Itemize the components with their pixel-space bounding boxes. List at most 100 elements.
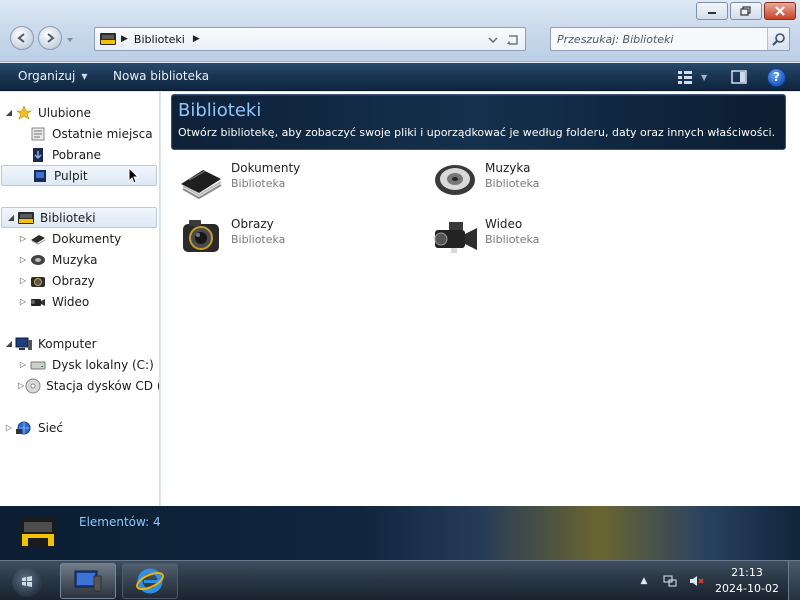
taskbar-explorer-button[interactable]	[60, 563, 116, 599]
downloads-icon	[29, 147, 47, 163]
arrow-left-icon	[17, 33, 25, 43]
search-button[interactable]	[767, 28, 789, 50]
volume-muted-icon[interactable]	[688, 573, 704, 589]
page-description: Otwórz bibliotekę, aby zobaczyć swoje pl…	[178, 126, 776, 139]
expand-arrow-icon[interactable]: ◢	[6, 213, 16, 222]
library-type: Biblioteka	[231, 233, 286, 246]
clock-date: 2024-10-02	[715, 582, 779, 595]
expand-arrow-icon[interactable]: ▷	[18, 360, 28, 369]
system-tray: ▲	[636, 573, 704, 589]
nav-network[interactable]: ▷ Sieć	[0, 417, 158, 438]
recent-pages-dropdown-icon[interactable]	[66, 36, 74, 44]
video-icon	[29, 294, 47, 310]
desktop-icon	[31, 168, 49, 184]
video-library-icon	[434, 222, 477, 253]
nav-item-recent-places[interactable]: Ostatnie miejsca	[0, 123, 158, 144]
expand-arrow-icon[interactable]: ◢	[4, 108, 14, 117]
navigation-pane: ◢ Ulubione Ostatnie miejsca Pobrane Pulp…	[0, 92, 160, 506]
expand-arrow-icon[interactable]: ▷	[18, 276, 28, 285]
view-dropdown-icon[interactable]: ▼	[701, 73, 707, 82]
documents-icon	[29, 231, 47, 247]
new-library-button[interactable]: Nowa biblioteka	[113, 69, 209, 83]
library-type: Biblioteka	[485, 177, 540, 190]
breadcrumb-libraries[interactable]: Biblioteki	[134, 33, 185, 46]
show-hidden-icons-icon[interactable]: ▲	[636, 573, 652, 589]
library-item-music[interactable]: Muzyka Biblioteka	[425, 156, 665, 204]
computer-icon	[15, 336, 33, 352]
change-view-button[interactable]: ▼	[677, 69, 711, 85]
network-tray-icon[interactable]	[662, 573, 678, 589]
windows-explorer-icon	[74, 570, 102, 592]
taskbar-clock[interactable]: 21:13 2024-10-02	[712, 565, 782, 597]
search-icon	[771, 33, 785, 46]
nav-label: Muzyka	[52, 252, 98, 267]
breadcrumb-separator-icon[interactable]: ▶	[121, 34, 128, 44]
nav-label: Biblioteki	[40, 210, 96, 225]
internet-explorer-icon	[136, 568, 164, 594]
maximize-button[interactable]	[730, 2, 762, 20]
library-item-pictures[interactable]: Obrazy Biblioteka	[171, 212, 411, 260]
expand-arrow-icon[interactable]: ▷	[18, 297, 28, 306]
library-name: Obrazy	[231, 217, 274, 231]
nav-item-local-disk[interactable]: ▷ Dysk lokalny (C:)	[0, 354, 158, 375]
music-icon	[29, 252, 47, 268]
help-button[interactable]: ?	[767, 68, 786, 87]
restore-icon	[740, 6, 751, 16]
library-item-video[interactable]: Wideo Biblioteka	[425, 212, 665, 260]
refresh-icon[interactable]	[505, 32, 521, 48]
organize-menu-button[interactable]: Organizuj ▼	[18, 69, 87, 83]
nav-label: Wideo	[52, 294, 90, 309]
nav-label: Sieć	[38, 420, 63, 435]
nav-item-pictures[interactable]: ▷ Obrazy	[0, 270, 158, 291]
search-input[interactable]: Przeszukaj: Biblioteki	[557, 33, 767, 46]
mouse-cursor-icon	[128, 167, 140, 184]
library-item-documents[interactable]: Dokumenty Biblioteka	[171, 156, 411, 204]
search-box[interactable]: Przeszukaj: Biblioteki	[550, 27, 790, 51]
address-history-dropdown-icon[interactable]	[487, 34, 499, 46]
forward-button[interactable]	[38, 26, 62, 50]
nav-label: Dokumenty	[52, 231, 122, 246]
close-button[interactable]	[764, 2, 796, 20]
pictures-library-icon	[183, 220, 219, 252]
nav-label: Obrazy	[52, 273, 95, 288]
taskbar-ie-button[interactable]	[122, 563, 178, 599]
breadcrumb-separator-icon[interactable]: ▶	[193, 34, 200, 44]
item-count: Elementów: 4	[79, 515, 161, 529]
nav-favorites[interactable]: ◢ Ulubione	[0, 102, 158, 123]
nav-computer[interactable]: ◢ Komputer	[0, 333, 158, 354]
nav-item-video[interactable]: ▷ Wideo	[0, 291, 158, 312]
address-bar[interactable]: ▶ Biblioteki ▶	[94, 27, 526, 51]
libraries-icon	[17, 210, 35, 226]
nav-item-cd-drive[interactable]: ▷ Stacja dysków CD (D	[0, 375, 160, 396]
nav-item-documents[interactable]: ▷ Dokumenty	[0, 228, 158, 249]
library-header: Biblioteki Otwórz bibliotekę, aby zobacz…	[171, 94, 786, 150]
start-button[interactable]	[12, 567, 42, 597]
expand-arrow-icon[interactable]: ▷	[18, 234, 28, 243]
star-icon	[15, 104, 33, 121]
back-button[interactable]	[10, 26, 34, 50]
recent-places-icon	[29, 126, 47, 142]
preview-pane-icon[interactable]	[731, 69, 747, 85]
minimize-button[interactable]	[696, 2, 728, 20]
nav-label: Komputer	[38, 336, 97, 351]
organize-label: Organizuj	[18, 69, 76, 83]
network-icon	[15, 420, 33, 436]
libraries-icon	[20, 518, 56, 548]
close-icon	[775, 6, 785, 16]
window-titlebar: ▶ Biblioteki ▶ Przeszukaj: Biblioteki	[0, 0, 800, 62]
nav-label: Stacja dysków CD (D	[46, 378, 160, 393]
nav-item-music[interactable]: ▷ Muzyka	[0, 249, 158, 270]
details-pane: Elementów: 4	[0, 506, 800, 560]
expand-arrow-icon[interactable]: ▷	[4, 423, 14, 432]
show-desktop-button[interactable]	[788, 561, 800, 600]
nav-item-downloads[interactable]: Pobrane	[0, 144, 158, 165]
documents-library-icon	[181, 170, 222, 200]
nav-label: Pobrane	[52, 147, 102, 162]
library-type: Biblioteka	[485, 233, 540, 246]
expand-arrow-icon[interactable]: ◢	[4, 339, 14, 348]
expand-arrow-icon[interactable]: ▷	[18, 255, 28, 264]
nav-libraries[interactable]: ◢ Biblioteki	[1, 207, 157, 228]
page-title: Biblioteki	[178, 100, 262, 121]
expand-arrow-icon[interactable]: ▷	[18, 381, 24, 390]
window-controls	[696, 2, 796, 20]
